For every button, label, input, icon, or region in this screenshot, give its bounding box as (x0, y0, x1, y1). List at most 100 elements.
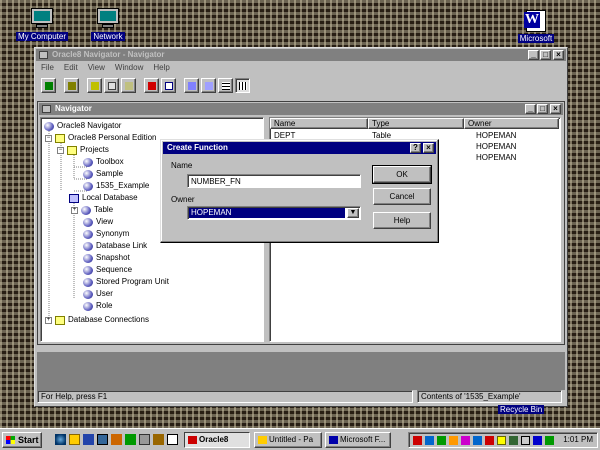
quicklaunch-app-icon[interactable] (153, 434, 164, 445)
tree-item-1535-example[interactable]: 1535_Example (83, 180, 149, 192)
navigator-title-bar[interactable]: Navigator _ □ × (39, 103, 563, 115)
task-oracle8[interactable]: Oracle8 (184, 432, 250, 448)
tree-item-table[interactable]: + Table (71, 204, 113, 216)
folder-icon (55, 133, 65, 143)
maximize-button[interactable]: □ (540, 50, 551, 60)
dialog-help-button[interactable]: ? (410, 143, 421, 153)
window-icon (165, 82, 173, 90)
tray-icon[interactable] (545, 436, 554, 445)
database-icon (69, 193, 79, 203)
owner-select[interactable]: HOPEMAN ▼ (187, 206, 361, 220)
tray-icon[interactable] (413, 436, 422, 445)
desktop-icon-label: Microsoft (517, 34, 555, 43)
tray-icon[interactable] (533, 436, 542, 445)
word-document-icon: W (524, 10, 548, 32)
list-icon (222, 82, 230, 90)
dialog-close-button[interactable]: × (423, 143, 434, 153)
menu-help[interactable]: Help (153, 63, 169, 75)
tray-icon[interactable] (485, 436, 494, 445)
volume-icon[interactable] (521, 436, 530, 445)
list-cell-owner: HOPEMAN (476, 142, 517, 151)
navigator-close-button[interactable]: × (550, 104, 561, 114)
desktop-icon-recycle-bin[interactable]: Recycle Bin (498, 405, 545, 414)
quicklaunch-app-icon[interactable] (125, 434, 136, 445)
tree-item-local-database[interactable]: Local Database (69, 192, 138, 204)
cancel-button[interactable]: Cancel (373, 188, 431, 205)
help-button[interactable]: Help (373, 212, 431, 229)
close-button[interactable]: × (553, 50, 564, 60)
column-header-owner[interactable]: Owner (464, 118, 559, 129)
column-header-name[interactable]: Name (270, 118, 368, 129)
status-help-text: For Help, press F1 (37, 390, 413, 403)
toolbar-cut-button[interactable] (87, 78, 102, 93)
toolbar-small-icons-button[interactable] (201, 78, 216, 93)
toolbar-copy-button[interactable] (104, 78, 119, 93)
status-contents-text: Contents of '1535_Example' (417, 390, 562, 403)
tray-icon[interactable] (509, 436, 518, 445)
tray-icon[interactable] (425, 436, 434, 445)
tree-item-role[interactable]: Role (83, 300, 112, 312)
internet-explorer-icon[interactable] (55, 434, 66, 445)
minimize-button[interactable]: _ (528, 50, 539, 60)
task-microsoft-word[interactable]: Microsoft F... (325, 432, 391, 448)
tree-item-snapshot[interactable]: Snapshot (83, 252, 130, 264)
toolbar-list-button[interactable] (218, 78, 233, 93)
navigator-minimize-button[interactable]: _ (525, 104, 536, 114)
tree-item-oracle8-navigator[interactable]: Oracle8 Navigator (44, 120, 121, 132)
tree-item-toolbox[interactable]: Toolbox (83, 156, 124, 168)
toolbar-window-button[interactable] (161, 78, 176, 93)
outlook-icon[interactable] (69, 434, 80, 445)
tree-expand-icon[interactable]: + (45, 316, 52, 324)
menu-edit[interactable]: Edit (64, 63, 78, 75)
tray-icon[interactable] (449, 436, 458, 445)
tray-icon[interactable] (473, 436, 482, 445)
chevron-down-icon[interactable]: ▼ (347, 208, 359, 218)
name-field[interactable] (187, 174, 361, 188)
quicklaunch-app-icon[interactable] (139, 434, 150, 445)
show-desktop-icon[interactable] (97, 434, 108, 445)
tree-item-projects[interactable]: − Projects (57, 144, 109, 156)
toolbar-delete-button[interactable] (144, 78, 159, 93)
desktop-icon-my-computer[interactable]: My Computer (14, 8, 70, 41)
toolbar-details-button[interactable] (235, 78, 250, 93)
tray-icon[interactable] (497, 436, 506, 445)
toolbar-new-button[interactable] (41, 78, 56, 93)
node-icon (83, 181, 93, 191)
toolbar-properties-button[interactable] (64, 78, 79, 93)
tree-item-database-connections[interactable]: + Database Connections (45, 314, 149, 326)
taskbar: Start Oracle8 Untitled - Pa Microsoft F.… (0, 428, 600, 450)
menu-file[interactable]: File (41, 63, 54, 75)
clock[interactable]: 1:01 PM (563, 433, 593, 447)
navigator-maximize-button[interactable]: □ (537, 104, 548, 114)
start-button[interactable]: Start (2, 432, 42, 448)
menu-window[interactable]: Window (115, 63, 143, 75)
tree-item-personal-edition[interactable]: − Oracle8 Personal Edition (45, 132, 157, 144)
tree-item-view[interactable]: View (83, 216, 113, 228)
tray-icon[interactable] (437, 436, 446, 445)
desktop-icon-network[interactable]: Network (80, 8, 136, 41)
ok-button[interactable]: OK (372, 165, 432, 184)
task-untitled-paint[interactable]: Untitled - Pa (254, 432, 322, 448)
quicklaunch-app-icon[interactable] (167, 434, 178, 445)
menu-view[interactable]: View (88, 63, 105, 75)
main-title-bar[interactable]: Oracle8 Navigator - Navigator _ □ × (36, 49, 566, 61)
tree-item-stored-program-unit[interactable]: Stored Program Unit (83, 276, 169, 288)
tree-item-sample[interactable]: Sample (83, 168, 123, 180)
tree-item-user[interactable]: User (83, 288, 113, 300)
toolbar-paste-button[interactable] (121, 78, 136, 93)
tree-item-synonym[interactable]: Synonym (83, 228, 129, 240)
toolbar-large-icons-button[interactable] (184, 78, 199, 93)
status-bar: For Help, press F1 Contents of '1535_Exa… (37, 390, 565, 404)
column-header-type[interactable]: Type (368, 118, 464, 129)
tree-collapse-icon[interactable]: − (57, 146, 64, 154)
desktop-icon-microsoft-word[interactable]: W Microsoft (508, 10, 564, 43)
node-icon (83, 289, 93, 299)
tree-collapse-icon[interactable]: − (45, 134, 52, 142)
dialog-title-bar[interactable]: Create Function ? × (163, 142, 436, 154)
tree-item-database-link[interactable]: Database Link (83, 240, 147, 252)
tree-item-sequence[interactable]: Sequence (83, 264, 132, 276)
tray-icon[interactable] (461, 436, 470, 445)
quicklaunch-app-icon[interactable] (111, 434, 122, 445)
channels-icon[interactable] (83, 434, 94, 445)
tree-expand-icon[interactable]: + (71, 206, 78, 214)
